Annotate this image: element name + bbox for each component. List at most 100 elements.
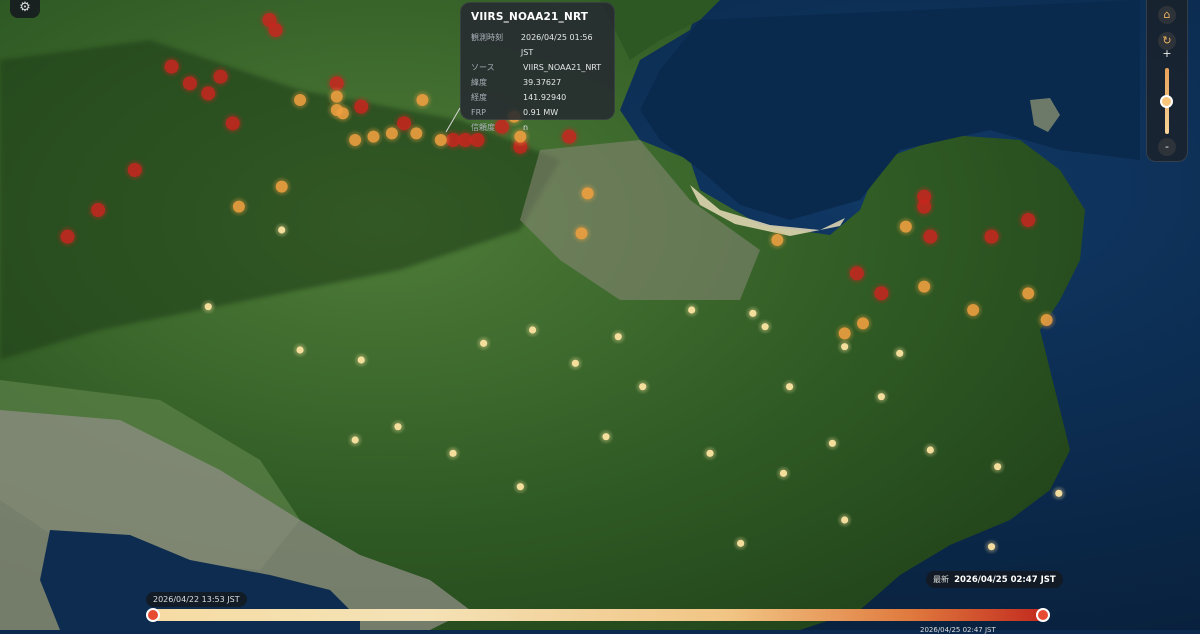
hotspot-marker[interactable] bbox=[434, 134, 447, 146]
hotspot-marker[interactable] bbox=[528, 326, 537, 334]
hotspot-marker[interactable] bbox=[516, 483, 524, 491]
hotspot-marker[interactable] bbox=[841, 516, 849, 524]
hotspot-marker[interactable] bbox=[602, 433, 610, 441]
timeline-latest-label: 最新 2026/04/25 02:47 JST bbox=[926, 571, 1063, 588]
home-icon: ⌂ bbox=[1163, 8, 1171, 21]
popup-key: 経度 bbox=[471, 93, 487, 102]
hotspot-marker[interactable] bbox=[354, 99, 369, 114]
hotspot-marker[interactable] bbox=[737, 539, 745, 547]
hotspot-marker[interactable] bbox=[896, 349, 904, 357]
timeline-start-handle[interactable] bbox=[146, 608, 160, 622]
hotspot-marker[interactable] bbox=[164, 59, 179, 74]
hotspot-marker[interactable] bbox=[397, 116, 412, 131]
hotspot-marker[interactable] bbox=[994, 463, 1002, 471]
popup-row: ソース VIIRS_NOAA21_NRT bbox=[471, 60, 604, 75]
hotspot-marker[interactable] bbox=[357, 356, 365, 364]
hotspot-marker[interactable] bbox=[761, 323, 769, 331]
hotspot-marker[interactable] bbox=[480, 339, 488, 347]
timeline-start-text: 2026/04/22 13:53 JST bbox=[153, 595, 240, 604]
hotspot-marker[interactable] bbox=[275, 180, 288, 193]
timeline-sub-label: 2026/04/25 02:47 JST bbox=[920, 626, 996, 634]
hotspot-marker[interactable] bbox=[639, 383, 647, 391]
hotspot-marker[interactable] bbox=[278, 226, 286, 234]
hotspot-marker[interactable] bbox=[1040, 314, 1053, 326]
hotspot-marker[interactable] bbox=[581, 187, 594, 200]
popup-key: 観測時刻 bbox=[471, 33, 503, 42]
hotspot-marker[interactable] bbox=[201, 86, 216, 101]
timeline-slider[interactable] bbox=[152, 609, 1044, 621]
hotspot-marker[interactable] bbox=[449, 449, 457, 457]
hotspot-marker[interactable] bbox=[330, 104, 343, 116]
timeline-start-label: 2026/04/22 13:53 JST bbox=[146, 592, 247, 607]
zoom-out-button[interactable]: - bbox=[1158, 138, 1176, 156]
hotspot-marker[interactable] bbox=[294, 94, 307, 106]
hotspot-marker[interactable] bbox=[330, 90, 343, 103]
hotspot-marker[interactable] bbox=[785, 383, 794, 391]
hotspot-marker[interactable] bbox=[296, 346, 304, 354]
hotspot-marker[interactable] bbox=[749, 309, 757, 317]
hotspot-marker[interactable] bbox=[688, 306, 696, 314]
zoom-in-button[interactable]: + bbox=[1158, 45, 1176, 63]
hotspot-marker[interactable] bbox=[225, 116, 240, 131]
popup-key: FRP bbox=[471, 108, 486, 117]
hotspot-marker[interactable] bbox=[923, 229, 938, 244]
hotspot-marker[interactable] bbox=[926, 446, 934, 454]
hotspot-marker[interactable] bbox=[828, 439, 837, 447]
hotspot-marker[interactable] bbox=[349, 134, 362, 146]
hotspot-marker[interactable] bbox=[899, 220, 912, 233]
hotspot-marker[interactable] bbox=[394, 423, 402, 431]
hotspot-marker[interactable] bbox=[204, 303, 212, 311]
hotspot-marker[interactable] bbox=[917, 199, 932, 214]
hotspot-marker[interactable] bbox=[841, 343, 849, 351]
hotspot-marker[interactable] bbox=[268, 23, 283, 37]
hotspot-marker[interactable] bbox=[127, 163, 142, 177]
hotspot-marker[interactable] bbox=[874, 286, 889, 301]
hotspot-marker[interactable] bbox=[877, 393, 885, 401]
popup-value: n bbox=[523, 123, 529, 132]
hotspot-marker[interactable] bbox=[213, 69, 228, 84]
hotspot-marker[interactable] bbox=[838, 327, 851, 340]
hotspot-marker[interactable] bbox=[351, 436, 359, 444]
hotspot-marker[interactable] bbox=[182, 76, 197, 91]
hotspot-marker[interactable] bbox=[918, 280, 931, 293]
zoom-slider-thumb[interactable] bbox=[1160, 95, 1173, 108]
hotspot-marker[interactable] bbox=[571, 359, 580, 367]
settings-button[interactable]: ⚙ bbox=[10, 0, 40, 18]
home-button[interactable]: ⌂ bbox=[1158, 6, 1176, 24]
hotspot-marker[interactable] bbox=[575, 227, 588, 240]
hotspot-marker[interactable] bbox=[614, 333, 622, 341]
hotspot-marker[interactable] bbox=[416, 94, 429, 106]
popup-value: VIIRS_NOAA21_NRT bbox=[523, 63, 602, 72]
hotspot-marker[interactable] bbox=[1021, 213, 1036, 227]
hotspot-marker[interactable] bbox=[706, 449, 714, 457]
hotspot-marker[interactable] bbox=[367, 130, 380, 143]
zoom-out-label: - bbox=[1165, 140, 1169, 153]
popup-title: VIIRS_NOAA21_NRT bbox=[471, 11, 589, 23]
hotspot-marker[interactable] bbox=[385, 127, 398, 140]
popup-row: 観測時刻 2026/04/25 01:56 JST bbox=[471, 30, 604, 60]
hotspot-marker[interactable] bbox=[984, 229, 999, 244]
hotspot-marker[interactable] bbox=[857, 317, 870, 330]
hotspot-marker[interactable] bbox=[987, 543, 996, 551]
popup-key: ソース bbox=[471, 63, 495, 72]
hotspot-marker[interactable] bbox=[410, 127, 423, 140]
hotspot-marker[interactable] bbox=[849, 266, 864, 281]
timeline-latest-text: 2026/04/25 02:47 JST bbox=[954, 575, 1056, 585]
popup-row: FRP 0.91 MW bbox=[471, 105, 604, 120]
hotspot-info-popup: VIIRS_NOAA21_NRT 観測時刻 2026/04/25 01:56 JS… bbox=[460, 2, 615, 132]
hotspot-marker[interactable] bbox=[232, 200, 245, 213]
hotspot-marker[interactable] bbox=[1055, 489, 1063, 497]
popup-key: 緯度 bbox=[471, 78, 487, 87]
hotspot-marker[interactable] bbox=[967, 304, 980, 316]
hotspot-marker[interactable] bbox=[779, 469, 788, 477]
timeline-end-handle[interactable] bbox=[1036, 608, 1050, 622]
hotspot-marker[interactable] bbox=[470, 133, 485, 147]
hotspot-marker[interactable] bbox=[91, 203, 106, 217]
gear-icon: ⚙ bbox=[19, 0, 31, 15]
popup-value: 39.37627 bbox=[523, 78, 562, 87]
popup-value: 141.92940 bbox=[523, 93, 567, 102]
hotspot-marker[interactable] bbox=[771, 234, 784, 246]
popup-value: 2026/04/25 01:56 JST bbox=[520, 33, 593, 57]
hotspot-marker[interactable] bbox=[60, 229, 75, 244]
hotspot-marker[interactable] bbox=[1022, 287, 1035, 300]
